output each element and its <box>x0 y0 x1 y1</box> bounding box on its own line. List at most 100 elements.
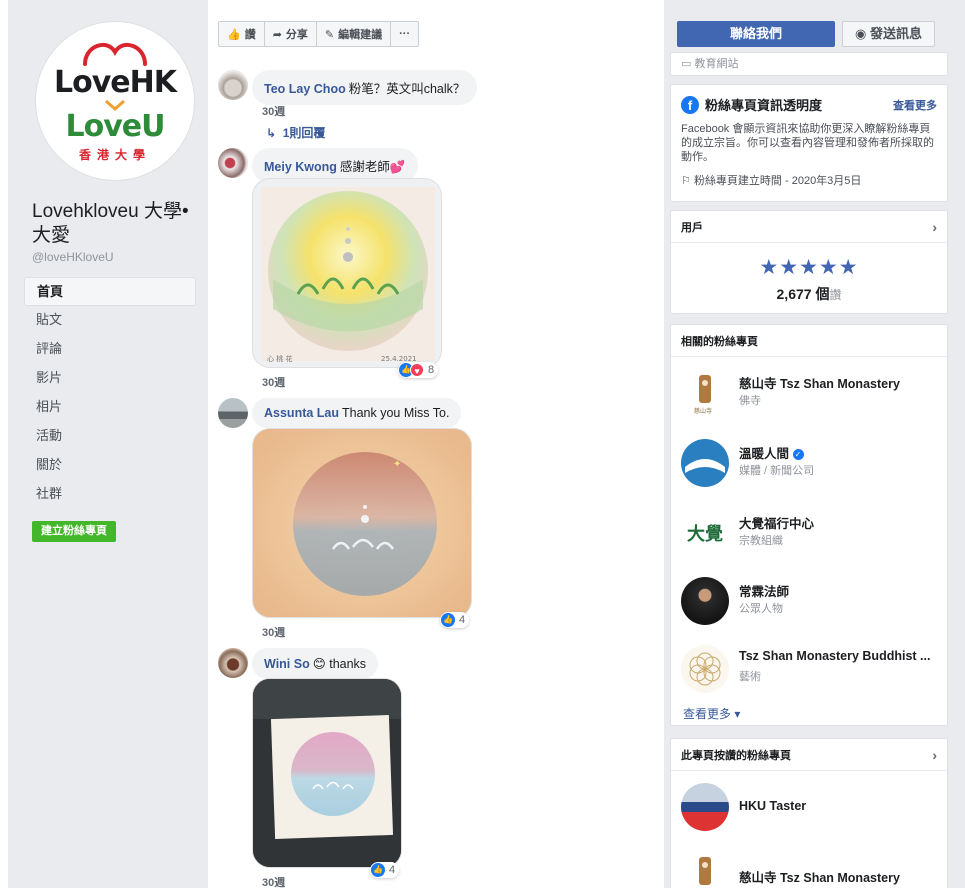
page-created-info: ⚐ 粉絲專頁建立時間 - 2020年3月5日 <box>681 174 937 188</box>
avatar[interactable] <box>218 148 248 178</box>
pencil-icon: ✎ <box>324 28 335 41</box>
chevron-right-icon: › <box>932 218 937 235</box>
comment-time[interactable]: 30週 <box>262 624 285 640</box>
comment-image[interactable] <box>252 678 402 868</box>
star-rating[interactable]: ★★★★★ <box>671 255 947 280</box>
reaction-summary[interactable]: 👍 4 <box>370 862 400 878</box>
logo-line-1: LoveHK <box>54 64 177 100</box>
see-more-related-link[interactable]: 查看更多 ▾ <box>683 705 740 722</box>
comment-item: Teo Lay Choo 粉笔？英文叫chalk？ 30週 ↳ 1則回覆 <box>218 70 658 145</box>
comment-author[interactable]: Assunta Lau <box>264 406 339 420</box>
related-page-name: 慈山寺 Tsz Shan Monastery <box>739 377 900 391</box>
likes-count-number: 2,677 個 <box>776 286 830 302</box>
related-page-name: 大覺福行中心 <box>739 517 815 531</box>
page-avatar: 慈山寺 <box>681 369 729 417</box>
heart-icon <box>83 42 147 66</box>
svg-text:✦: ✦ <box>393 459 401 470</box>
pastel-drawing-image: ✦ <box>253 429 471 617</box>
page-transparency-card: f 粉絲專頁資訊透明度 查看更多 Facebook 會顯示資訊來協助你更深入瞭解… <box>670 84 948 202</box>
facebook-icon: f <box>681 95 699 114</box>
nav-item-community[interactable]: 社群 <box>24 480 196 509</box>
website-category[interactable]: ▭ 教育網站 <box>671 53 947 73</box>
see-more-link[interactable]: 查看更多 <box>893 97 937 113</box>
comment-image[interactable]: ✦ <box>252 428 472 618</box>
reaction-summary[interactable]: 👍 ♥ 8 <box>398 362 439 378</box>
comment-bubble: Assunta Lau Thank you Miss To. <box>252 398 462 428</box>
comment-author[interactable]: Teo Lay Choo <box>264 82 346 96</box>
comments-column: 👍 讚 ➦ 分享 ✎ 編輯建議 ··· Teo Lay Choo 粉笔？英文叫ch… <box>208 0 664 888</box>
comment-text: 粉笔？英文叫chalk？ <box>348 82 466 96</box>
monastery-logo-icon: 慈山寺 <box>694 375 712 415</box>
contact-us-button[interactable]: 聯絡我們 <box>677 21 835 47</box>
page-avatar <box>681 577 729 625</box>
caret-down-icon: ▾ <box>734 707 741 721</box>
comment-time[interactable]: 30週 <box>262 103 285 119</box>
category-icon: ▭ <box>681 58 692 70</box>
create-page-button[interactable]: 建立粉絲專頁 <box>32 521 116 542</box>
avatar[interactable] <box>218 398 248 428</box>
pastel-drawing-image: 心 桃 花 25.4.2021 <box>261 187 435 363</box>
like-reaction-icon: 👍 <box>441 613 455 627</box>
comment-time[interactable]: 30週 <box>262 874 285 888</box>
page-handle[interactable]: @loveHKloveU <box>32 250 114 264</box>
page-title[interactable]: Lovehkloveu 大學•大愛 <box>32 200 202 248</box>
verified-badge-icon: ✓ <box>792 449 804 460</box>
reaction-summary[interactable]: 👍 4 <box>440 612 470 628</box>
nav-item-events[interactable]: 活動 <box>24 422 196 451</box>
messenger-icon: ◉ <box>855 26 867 41</box>
profile-picture[interactable]: LoveHK LoveU 香港大學 <box>36 22 194 180</box>
page-avatar <box>681 851 729 888</box>
category-label: 教育網站 <box>694 58 739 70</box>
page-avatar <box>681 645 729 693</box>
transparency-description: Facebook 會顯示資訊來協助你更深入瞭解粉絲專頁的成立宗旨。你可以查看內容… <box>681 123 934 163</box>
logo-subtitle: 香港大學 <box>78 147 151 162</box>
liked-pages-card: 此專頁按讚的粉絲專頁 › HKU Taster 慈山寺 Tsz Shan Mon… <box>670 738 948 888</box>
share-button[interactable]: ➦ 分享 <box>263 21 317 47</box>
reply-arrow-icon: ↳ <box>266 126 277 140</box>
comment-item: Wini So 😊 thanks 30週 👍 4 <box>218 648 658 888</box>
comment-time[interactable]: 30週 <box>262 374 285 390</box>
page-actions: 聯絡我們 ◉ 發送訊息 <box>677 21 935 47</box>
nav-item-videos[interactable]: 影片 <box>24 364 196 393</box>
nav-item-photos[interactable]: 相片 <box>24 393 196 422</box>
send-message-label: 發送訊息 <box>869 26 922 41</box>
page-toolbar: 👍 讚 ➦ 分享 ✎ 編輯建議 ··· <box>218 21 420 47</box>
thumbs-up-icon: 👍 <box>227 28 241 41</box>
comment-author[interactable]: Wini So <box>264 657 310 671</box>
like-label: 讚 <box>244 29 256 41</box>
like-page-button[interactable]: 👍 讚 <box>218 21 265 47</box>
comment-item: Meiy Kwong 感謝老師💕 心 桃 花 25.4.2021 30週 👍 ♥… <box>218 148 658 390</box>
ratings-header[interactable]: 用戶 › <box>671 211 947 243</box>
send-message-button[interactable]: ◉ 發送訊息 <box>842 21 935 47</box>
nav-item-reviews[interactable]: 評論 <box>24 335 196 364</box>
edit-label: 編輯建議 <box>338 29 383 41</box>
nav-item-home[interactable]: 首頁 <box>24 277 196 306</box>
avatar[interactable] <box>218 648 248 678</box>
pastel-drawing-photo <box>253 679 401 867</box>
reply-count: 1則回覆 <box>282 126 326 140</box>
flower-logo-icon <box>689 652 721 686</box>
comment-image[interactable]: 心 桃 花 25.4.2021 <box>252 178 442 368</box>
avatar[interactable] <box>218 70 248 100</box>
comment-author[interactable]: Meiy Kwong <box>264 160 337 174</box>
related-pages-header: 相關的粉絲專頁 <box>671 325 947 357</box>
comment-text: 感謝老師💕 <box>339 160 406 174</box>
right-sidebar: 聯絡我們 ◉ 發送訊息 ▭ 教育網站 f 粉絲專頁資訊透明度 查看更多 Face… <box>670 0 948 888</box>
liked-page-name: 慈山寺 Tsz Shan Monastery <box>739 871 900 885</box>
page-created-text: 粉絲專頁建立時間 - 2020年3月5日 <box>693 175 862 187</box>
chevron-right-icon: › <box>932 746 937 763</box>
comment-text: 😊 thanks <box>312 657 367 671</box>
related-page-category: 藝術 <box>739 671 761 683</box>
nav-item-about[interactable]: 關於 <box>24 451 196 480</box>
more-options-button[interactable]: ··· <box>390 21 420 47</box>
comment-bubble: Teo Lay Choo 粉笔？英文叫chalk？ <box>252 70 478 105</box>
liked-pages-header[interactable]: 此專頁按讚的粉絲專頁 › <box>671 739 947 771</box>
about-card-partial: ▭ 教育網站 <box>670 52 948 76</box>
share-arrow-icon: ➦ <box>272 28 282 41</box>
nav-item-posts[interactable]: 貼文 <box>24 306 196 335</box>
transparency-title: f 粉絲專頁資訊透明度 <box>681 95 822 114</box>
suggest-edits-button[interactable]: ✎ 編輯建議 <box>315 21 392 47</box>
share-label: 分享 <box>285 29 308 41</box>
view-replies-link[interactable]: ↳ 1則回覆 <box>266 124 325 141</box>
love-reaction-icon: ♥ <box>410 363 424 377</box>
